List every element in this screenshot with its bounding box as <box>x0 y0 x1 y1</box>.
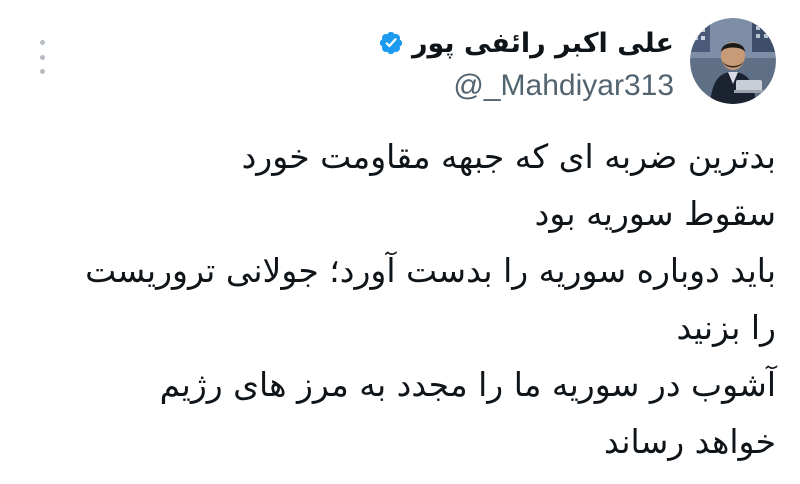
author-name-row[interactable]: علی اکبر رائفی پور <box>254 22 674 64</box>
author-display-name[interactable]: علی اکبر رائفی پور <box>412 28 674 59</box>
author-handle[interactable]: @_Mahdiyar313 <box>254 66 674 106</box>
more-options-button[interactable] <box>34 40 50 74</box>
tweet-card: علی اکبر رائفی پور @_Mahdiyar313 بدترین … <box>0 0 800 484</box>
tweet-text-line: سقوط سوریه بود <box>534 194 776 233</box>
tweet-text-line: آشوب در سوریه ما را مجدد به مرز های رژیم <box>159 365 776 404</box>
tweet-text-line: خواهد رساند <box>604 422 776 461</box>
tweet-text: بدترین ضربه ای که جبهه مقاومت خورد سقوط … <box>16 128 776 470</box>
tweet-text-line: بدترین ضربه ای که جبهه مقاومت خورد <box>241 137 776 176</box>
tweet-text-line: باید دوباره سوریه را بدست آورد؛ جولانی ت… <box>85 251 776 290</box>
more-options-dot <box>39 69 45 74</box>
profile-photo-icon <box>690 18 776 104</box>
avatar[interactable] <box>690 18 776 104</box>
verified-badge-icon <box>378 30 404 56</box>
more-options-dot <box>39 54 45 60</box>
more-options-dot <box>39 40 45 45</box>
tweet-header: علی اکبر رائفی پور @_Mahdiyar313 <box>254 22 674 106</box>
tweet-text-line: را بزنید <box>676 308 776 347</box>
